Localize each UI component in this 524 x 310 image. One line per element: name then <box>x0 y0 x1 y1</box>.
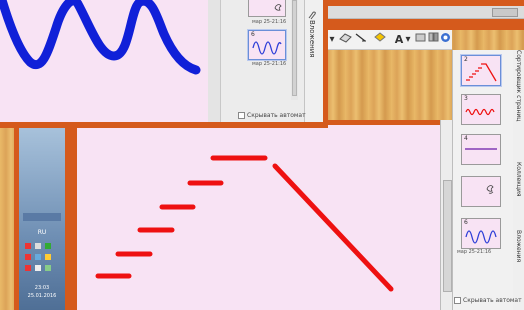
tray-icon[interactable] <box>25 254 31 260</box>
whiteboard-window-back: RU 23:03 25.01.2016 ▾ A ▾ <box>14 120 524 310</box>
page-thumbnail[interactable] <box>248 0 286 17</box>
tray-icon[interactable] <box>25 265 31 271</box>
page-thumbnail[interactable]: 2 <box>461 55 501 86</box>
title-bar <box>328 6 524 19</box>
clock-time[interactable]: 23:03 <box>19 285 65 291</box>
ink-stroke <box>272 163 394 292</box>
red-ink-drawing <box>95 155 394 292</box>
thumbnail-number: 2 <box>464 56 468 63</box>
scrollbar-thumb[interactable] <box>443 180 452 292</box>
page-sorter-panel: мар 25-21:16 6 мар 25-21:16 Вложения Скр… <box>208 0 323 122</box>
paperclip-icon[interactable] <box>308 6 318 20</box>
drawing-canvas[interactable] <box>77 125 440 310</box>
panel-splitter[interactable] <box>208 0 221 122</box>
window-controls[interactable] <box>492 8 518 17</box>
whiteboard-window-front: мар 25-21:16 6 мар 25-21:16 Вложения Скр… <box>0 0 328 128</box>
screen-capture-icon[interactable] <box>414 32 426 47</box>
language-indicator[interactable]: RU <box>19 229 65 236</box>
panel-scrollbar[interactable] <box>291 0 298 100</box>
side-tabs-column: Сортировщик страниц Коллекция Вложения <box>512 50 524 310</box>
thumbnail-caption: мар 25-21:16 <box>457 249 492 255</box>
tab-page-sorter[interactable]: Сортировщик страниц <box>515 50 522 121</box>
page-thumbnail[interactable]: 6 <box>248 30 286 60</box>
tray-icon[interactable] <box>45 265 51 271</box>
thumbnail-number: 4 <box>464 135 468 142</box>
autohide-label: Скрывать автомат <box>247 112 306 119</box>
text-tool-button[interactable]: A <box>394 32 404 47</box>
text-tool-caret-icon[interactable]: ▾ <box>404 32 412 47</box>
autohide-checkbox[interactable]: Скрывать автомат <box>454 297 522 304</box>
scrollbar-thumb[interactable] <box>292 0 297 96</box>
tab-attachments[interactable]: Вложения <box>308 20 316 58</box>
taskbar-divider <box>23 213 61 221</box>
eraser-icon[interactable] <box>338 32 352 47</box>
tray-icon[interactable] <box>35 254 41 260</box>
tray-icon[interactable] <box>45 243 51 249</box>
blue-ink-drawing <box>0 0 201 75</box>
tray-icons <box>25 243 59 277</box>
thumb-scribble-icon <box>486 185 494 194</box>
drawing-canvas[interactable] <box>0 0 208 122</box>
properties-icon[interactable] <box>427 32 439 47</box>
page-sorter-list: 2 3 4 6 мар 25-21:16 Скрывать автомат <box>452 50 522 310</box>
thumbnail-caption: мар 25-21:16 <box>252 61 287 67</box>
page-thumbnail[interactable]: 4 <box>461 134 501 165</box>
tab-collection[interactable]: Коллекция <box>515 162 522 197</box>
thumbnail-number: 6 <box>464 219 468 226</box>
clock-date[interactable]: 25.01.2016 <box>19 293 65 299</box>
tab-attachments[interactable]: Вложения <box>515 230 522 262</box>
line-tool-icon[interactable] <box>354 32 368 47</box>
autohide-label: Скрывать автомат <box>463 297 522 304</box>
fill-icon[interactable] <box>372 32 386 47</box>
thumbnail-number: 3 <box>464 95 468 102</box>
help-icon[interactable] <box>439 32 451 47</box>
autohide-checkbox[interactable]: Скрывать автомат <box>238 112 306 119</box>
ink-stroke <box>0 0 201 75</box>
page-thumbnail[interactable] <box>461 176 501 207</box>
thumb-scribble-icon <box>274 4 282 11</box>
tray-icon[interactable] <box>25 243 31 249</box>
tray-icon[interactable] <box>35 265 41 271</box>
tray-icon[interactable] <box>35 243 41 249</box>
tray-icon[interactable] <box>45 254 51 260</box>
thumbnail-caption: мар 25-21:16 <box>252 19 287 25</box>
page-thumbnail[interactable]: 6 <box>461 218 501 249</box>
thumbnail-number: 6 <box>251 31 255 38</box>
page-thumbnail[interactable]: 3 <box>461 94 501 125</box>
pen-caret-icon[interactable]: ▾ <box>328 32 336 47</box>
desktop-taskbar: RU 23:03 25.01.2016 <box>19 125 65 310</box>
main-toolbar: ▾ A ▾ <box>328 30 452 50</box>
side-tabs-column: Вложения <box>304 0 323 122</box>
window-frame-top <box>328 0 524 30</box>
